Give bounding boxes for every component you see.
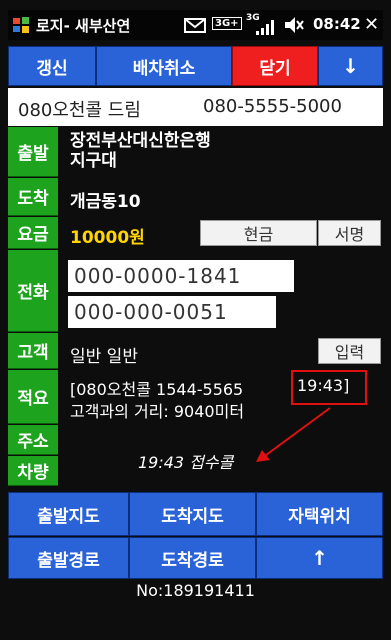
close-button[interactable]: 닫기 <box>232 46 318 86</box>
start-map-button[interactable]: 출발지도 <box>8 492 129 536</box>
cancel-dispatch-button[interactable]: 배차취소 <box>96 46 232 86</box>
caller-phone[interactable]: 080-5555-5000 <box>203 96 342 117</box>
arrive-route-button[interactable]: 도착경로 <box>129 537 256 579</box>
note-line-2: 고객과의 거리: 9040미터 <box>70 402 245 421</box>
envelope-icon[interactable] <box>184 18 206 33</box>
annotation-text: 19:43 접수콜 <box>138 453 234 472</box>
fare-value: 10000원 <box>70 228 145 248</box>
phone-field-1[interactable]: 000-0000-1841 <box>68 260 294 292</box>
phone-label: 전화 <box>8 250 58 332</box>
note-label: 적요 <box>8 370 58 424</box>
signal-3g-plus-badge: 3G+ <box>212 17 242 30</box>
arrival-value: 개금동10 <box>70 192 141 212</box>
customer-label: 고객 <box>8 333 58 369</box>
note-line-1: [080오천콜 1544-5565 <box>70 380 244 399</box>
call-info-bar: 080오천콜 드림 080-5555-5000 <box>8 88 383 126</box>
arrive-map-button[interactable]: 도착지도 <box>129 492 256 536</box>
vehicle-label: 차량 <box>8 456 58 486</box>
annotation-arrow <box>256 407 331 462</box>
customer-value: 일반 일반 <box>70 347 138 367</box>
windows-start-icon[interactable] <box>12 16 30 34</box>
clock[interactable]: 08:42 <box>313 15 361 33</box>
input-button[interactable]: 입력 <box>318 338 381 364</box>
speaker-mute-icon[interactable] <box>284 16 304 34</box>
arrival-label: 도착 <box>8 178 58 216</box>
caller-name: 080오천콜 드림 <box>18 100 141 121</box>
close-icon[interactable]: ✕ <box>364 14 379 35</box>
address-label: 주소 <box>8 425 58 455</box>
app-title: 로지- 새부산연 <box>36 17 131 35</box>
pay-cash-button[interactable]: 현금 <box>200 220 317 246</box>
refresh-button[interactable]: 갱신 <box>8 46 96 86</box>
phone-field-2[interactable]: 000-000-0051 <box>68 296 276 328</box>
my-location-button[interactable]: 자택위치 <box>256 492 383 536</box>
scroll-up-button[interactable]: ↑ <box>256 537 383 579</box>
signal-bars-icon <box>256 18 276 36</box>
order-number: No:189191411 <box>136 581 255 600</box>
start-route-button[interactable]: 출발경로 <box>8 537 129 579</box>
status-bar: 로지- 새부산연 3G+ 3G 08:42 ✕ <box>8 10 383 40</box>
pay-sign-button[interactable]: 서명 <box>318 220 381 246</box>
departure-label: 출발 <box>8 127 58 177</box>
fare-label: 요금 <box>8 217 58 249</box>
departure-value: 장전부산대신한은행 지구대 <box>70 131 211 171</box>
scroll-down-button[interactable]: ↓ <box>318 46 383 86</box>
